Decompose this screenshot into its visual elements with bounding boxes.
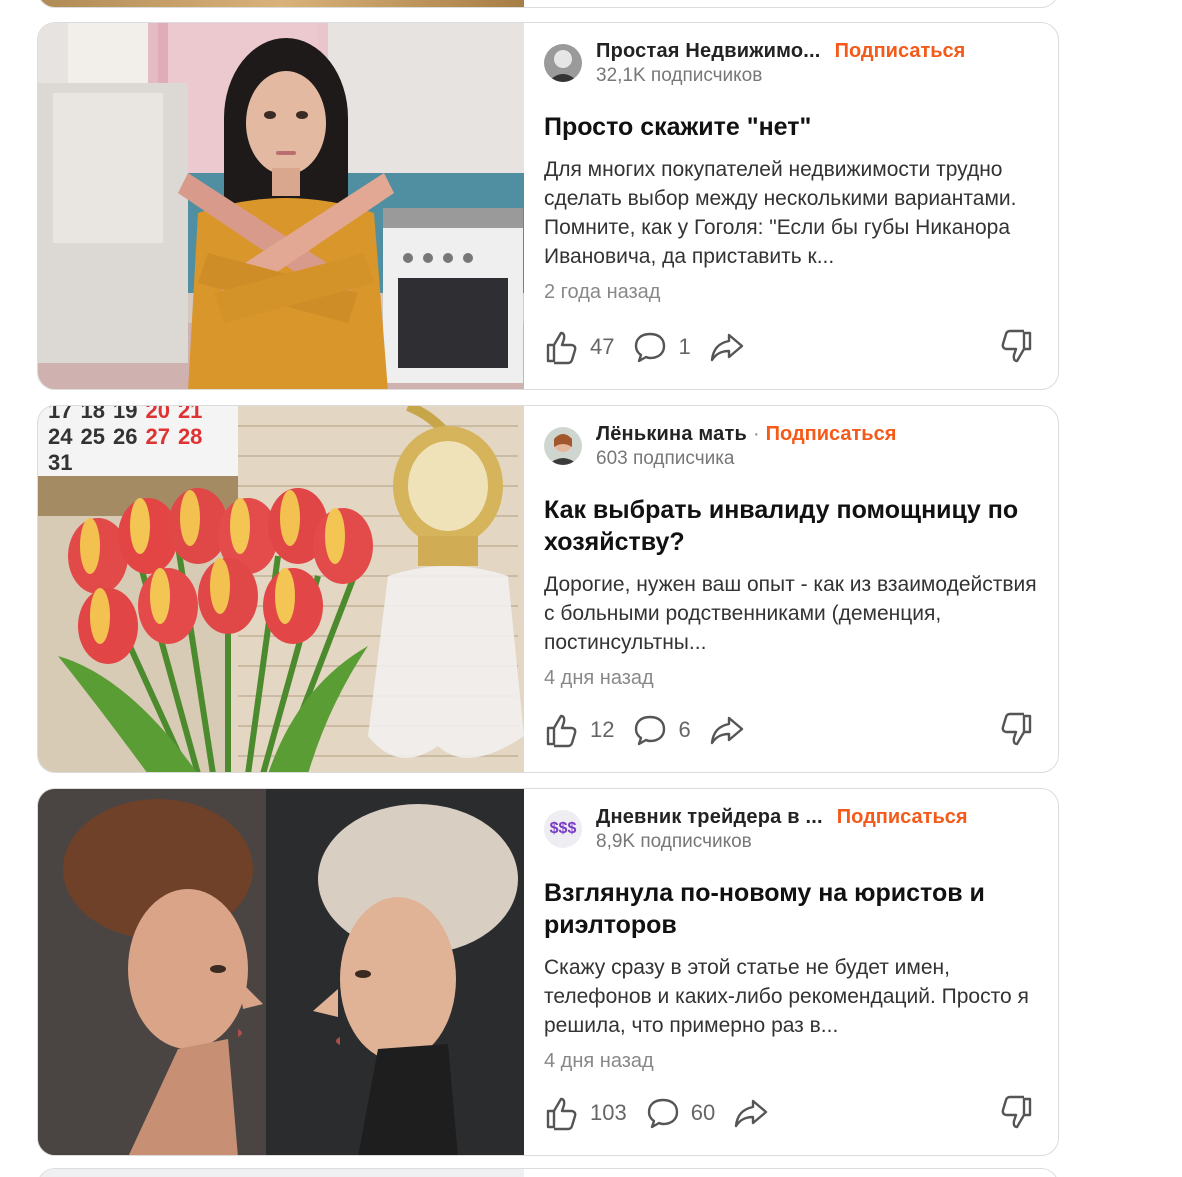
- like-count: 103: [590, 1100, 627, 1125]
- share-button[interactable]: [709, 712, 745, 748]
- comment-count: 1: [678, 334, 691, 359]
- calendar-day: 19: [112, 406, 138, 423]
- like-count: 47: [590, 334, 615, 359]
- thumbs-up-icon: [546, 1097, 577, 1131]
- subscribe-button[interactable]: Подписаться: [837, 806, 968, 829]
- like-button[interactable]: 103: [544, 1095, 627, 1131]
- comment-icon: [647, 1098, 678, 1129]
- author-name[interactable]: Простая Недвижимо...: [596, 40, 821, 63]
- card-thumbnail[interactable]: [38, 789, 524, 1155]
- calendar-day: 28: [177, 424, 203, 449]
- dislike-button[interactable]: [998, 712, 1034, 748]
- thumbs-down-icon: [1001, 1095, 1032, 1129]
- like-button[interactable]: 12: [544, 712, 614, 748]
- article-title[interactable]: Как выбрать инвалиду помощницу по хозяйс…: [544, 494, 1038, 558]
- share-button[interactable]: [733, 1095, 769, 1131]
- comment-icon: [635, 332, 666, 363]
- feed-card[interactable]: Простая Недвижимо... Подписаться 32,1K п…: [37, 22, 1059, 390]
- author-name[interactable]: Лёнькина мать: [596, 423, 747, 446]
- card-thumbnail: [38, 1169, 524, 1177]
- calendar-day: 25: [80, 424, 105, 449]
- card-thumbnail: [38, 0, 524, 7]
- calendar-day: 21: [177, 406, 203, 423]
- author-name[interactable]: Дневник трейдера в ...: [596, 806, 823, 829]
- comment-icon: [635, 715, 666, 746]
- calendar-day: 20: [145, 406, 170, 423]
- publish-date: 4 дня назад: [544, 1050, 654, 1072]
- dislike-button[interactable]: [998, 1095, 1034, 1131]
- dislike-button[interactable]: [998, 329, 1034, 365]
- feed-card[interactable]: $$$ Дневник трейдера в ... Подписаться 8…: [37, 788, 1059, 1156]
- subscriber-count: 8,9K подписчиков: [596, 830, 752, 852]
- card-thumbnail[interactable]: 17 18 19 20 21 24 25 26 27 28 31: [38, 406, 524, 772]
- avatar-text: $$$: [549, 820, 577, 837]
- publish-date: 4 дня назад: [544, 667, 654, 689]
- publish-date: 2 года назад: [544, 281, 661, 303]
- feed-card[interactable]: 17 18 19 20 21 24 25 26 27 28 31 Лёнькин…: [37, 405, 1059, 773]
- subscriber-count: 603 подписчика: [596, 447, 735, 469]
- two-women-profiles-image: [38, 789, 524, 1155]
- woman-crossed-arms-image: [38, 23, 524, 389]
- share-icon: [710, 716, 743, 745]
- share-icon: [710, 333, 743, 362]
- comment-count: 60: [690, 1100, 716, 1125]
- subscriber-count: 32,1K подписчиков: [596, 64, 763, 86]
- article-title[interactable]: Просто скажите "нет": [544, 111, 1038, 143]
- comment-count: 6: [678, 717, 691, 742]
- feed-card-partial-top[interactable]: [37, 0, 1059, 8]
- subscribe-button[interactable]: Подписаться: [766, 423, 897, 446]
- calendar-day: 24: [48, 424, 73, 449]
- woman-avatar[interactable]: [544, 427, 582, 465]
- separator-dot: ·: [752, 422, 760, 445]
- man-avatar[interactable]: [544, 44, 582, 82]
- comment-button[interactable]: 6: [632, 712, 691, 748]
- calendar-day: 17: [48, 406, 73, 423]
- thumbs-up-icon: [546, 714, 577, 748]
- comment-button[interactable]: 60: [645, 1095, 715, 1131]
- dollar-avatar[interactable]: $$$: [544, 810, 582, 848]
- calendar-day: 26: [112, 424, 138, 449]
- like-button[interactable]: 47: [544, 329, 614, 365]
- share-icon: [735, 1099, 768, 1128]
- feed-card-partial-bottom[interactable]: [37, 1168, 1059, 1177]
- calendar-day: 31: [48, 450, 73, 475]
- like-count: 12: [590, 717, 615, 742]
- calendar-overlay: 17 18 19 20 21 24 25 26 27 28 31: [48, 406, 228, 476]
- thumbs-up-icon: [546, 331, 577, 365]
- thumbs-down-icon: [1001, 329, 1032, 363]
- article-title[interactable]: Взглянула по-новому на юристов и риэлтор…: [544, 877, 1038, 941]
- share-button[interactable]: [709, 329, 745, 365]
- calendar-day: 27: [145, 424, 170, 449]
- article-snippet[interactable]: Для многих покупателей недвижимости труд…: [544, 155, 1038, 271]
- article-snippet[interactable]: Скажу сразу в этой статье не будет имен,…: [544, 953, 1038, 1040]
- thumbs-down-icon: [1001, 712, 1032, 746]
- subscribe-button[interactable]: Подписаться: [835, 40, 966, 63]
- card-thumbnail[interactable]: [38, 23, 524, 389]
- calendar-day: 18: [80, 406, 105, 423]
- comment-button[interactable]: 1: [632, 329, 691, 365]
- article-snippet[interactable]: Дорогие, нужен ваш опыт - как из взаимод…: [544, 570, 1038, 657]
